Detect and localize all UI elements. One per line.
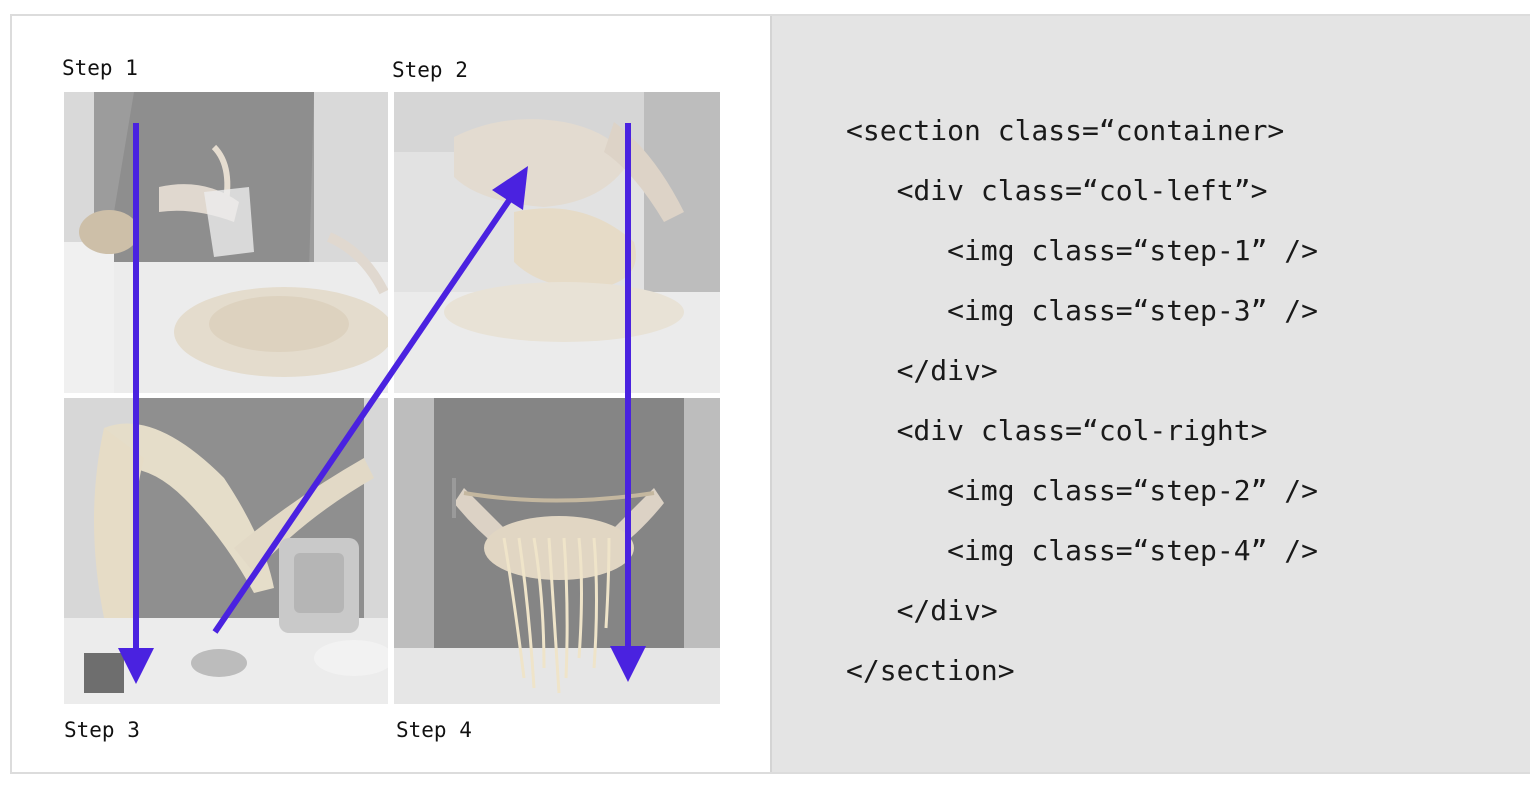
code-line-1: <section class=“container> — [846, 114, 1285, 147]
step-2-image — [394, 92, 720, 393]
step-3-label: Step 3 — [64, 718, 140, 742]
code-line-7: <img class=“step-2” /> — [846, 474, 1319, 507]
step-4-label: Step 4 — [396, 718, 472, 742]
image-grid-panel: Step 1 Step 2 Step 3 Step 4 — [12, 16, 770, 772]
step-1-image — [64, 92, 388, 393]
code-line-3: <img class=“step-1” /> — [846, 234, 1319, 267]
step-3-image — [64, 398, 388, 704]
code-line-8: <img class=“step-4” /> — [846, 534, 1319, 567]
step-4-image — [394, 398, 720, 704]
step-2-label: Step 2 — [392, 58, 468, 82]
code-line-2: <div class=“col-left”> — [846, 174, 1268, 207]
diagram-frame: Step 1 Step 2 Step 3 Step 4 <section cla… — [10, 14, 1530, 774]
code-line-9: </div> — [846, 594, 998, 627]
code-panel: <section class=“container> <div class=“c… — [770, 16, 1530, 772]
code-line-4: <img class=“step-3” /> — [846, 294, 1319, 327]
code-line-5: </div> — [846, 354, 998, 387]
step-1-label: Step 1 — [62, 56, 138, 80]
code-line-10: </section> — [846, 654, 1015, 687]
code-line-6: <div class=“col-right> — [846, 414, 1268, 447]
